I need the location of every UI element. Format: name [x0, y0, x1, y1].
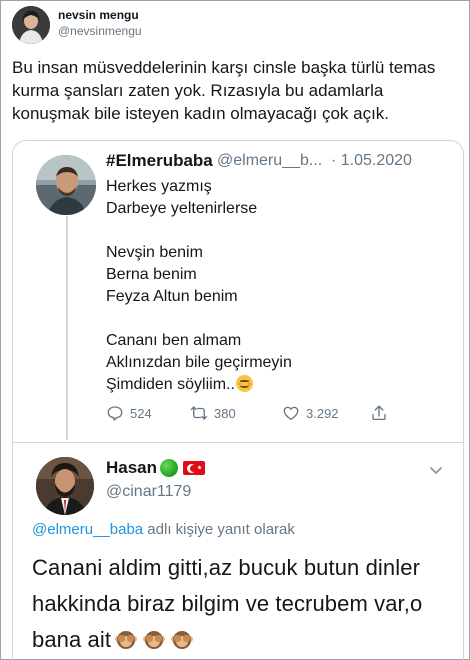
like-count: 3.292 — [306, 405, 339, 421]
see-no-evil-monkey-icon — [115, 629, 138, 651]
reply-mention-link[interactable]: @elmeru__baba — [32, 521, 143, 538]
share-button[interactable] — [370, 404, 388, 422]
reply-author-avatar[interactable] — [36, 457, 94, 515]
reply-tweet-body: Canani aldim gitti,az bucuk butun dinler… — [32, 555, 423, 652]
heart-icon — [283, 406, 299, 421]
quoted-tweet-date[interactable]: · 1.05.2020 — [331, 152, 412, 170]
turkey-flag-icon — [183, 461, 206, 475]
see-no-evil-monkey-icon — [143, 629, 166, 651]
tweet-text: Bu insan müsveddelerinin karşı cinsle ba… — [12, 58, 436, 123]
reply-tweet-text: Canani aldim gitti,az bucuk butun dinler… — [32, 550, 462, 658]
see-no-evil-monkey-icons — [115, 629, 194, 651]
author-avatar[interactable] — [12, 6, 50, 44]
tweet-divider — [13, 442, 463, 443]
reply-icon — [107, 406, 123, 421]
reply-button[interactable]: 524 — [106, 404, 152, 422]
replying-to-line: @elmeru__baba adlı kişiye yanıt olarak — [32, 521, 295, 538]
author-handle[interactable]: @nevsinmengu — [58, 24, 142, 38]
smiling-face-icon — [235, 375, 253, 392]
retweet-button[interactable]: 380 — [190, 404, 236, 422]
tweet-actions: 524 380 3.292 — [0, 404, 470, 430]
reply-author-name[interactable]: Hasan — [106, 458, 157, 478]
see-no-evil-monkey-icon — [171, 629, 194, 651]
retweet-icon — [190, 406, 208, 420]
quoted-author-avatar[interactable] — [36, 155, 96, 215]
chevron-down-icon[interactable] — [428, 462, 444, 478]
reply-count: 524 — [130, 405, 152, 421]
quoted-tweet-text: Herkes yazmış Darbeye yeltenirlerse Nevş… — [106, 176, 436, 396]
green-circle-icon — [160, 459, 179, 477]
quoted-tweet-body: Herkes yazmış Darbeye yeltenirlerse Nevş… — [106, 178, 292, 393]
quoted-author-name[interactable]: #Elmerubaba — [106, 151, 213, 171]
like-button[interactable]: 3.292 — [282, 404, 339, 422]
reply-author-handle[interactable]: @cinar1179 — [106, 483, 191, 501]
share-icon — [372, 405, 386, 421]
retweet-count: 380 — [214, 405, 236, 421]
reply-to-label: adlı kişiye yanıt olarak — [143, 521, 295, 538]
quoted-author-handle[interactable]: @elmeru__b... — [217, 152, 322, 170]
author-name[interactable]: nevsin mengu — [58, 8, 139, 22]
reply-author-name-row[interactable]: Hasan — [106, 458, 206, 478]
